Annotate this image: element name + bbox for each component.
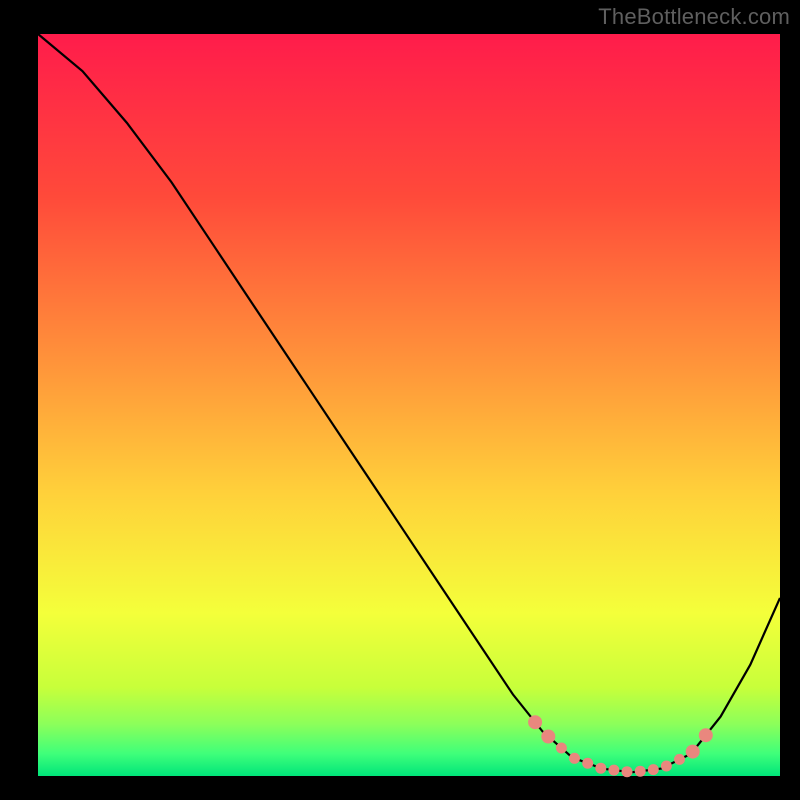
watermark-text: TheBottleneck.com (598, 4, 790, 30)
optimal-dot (674, 754, 685, 765)
optimal-dot (686, 745, 700, 759)
optimal-dot (569, 753, 580, 764)
optimal-dot (648, 764, 659, 775)
optimal-dot (556, 743, 567, 754)
bottleneck-chart (0, 0, 800, 800)
chart-frame: TheBottleneck.com (0, 0, 800, 800)
optimal-dot (582, 758, 593, 769)
optimal-dot (635, 766, 646, 777)
optimal-dot (661, 761, 672, 772)
optimal-dot (608, 765, 619, 776)
optimal-dot (595, 763, 606, 774)
optimal-dot (699, 728, 713, 742)
optimal-dot (528, 715, 542, 729)
plot-background (38, 34, 780, 776)
optimal-dot (541, 730, 555, 744)
optimal-dot (622, 766, 633, 777)
